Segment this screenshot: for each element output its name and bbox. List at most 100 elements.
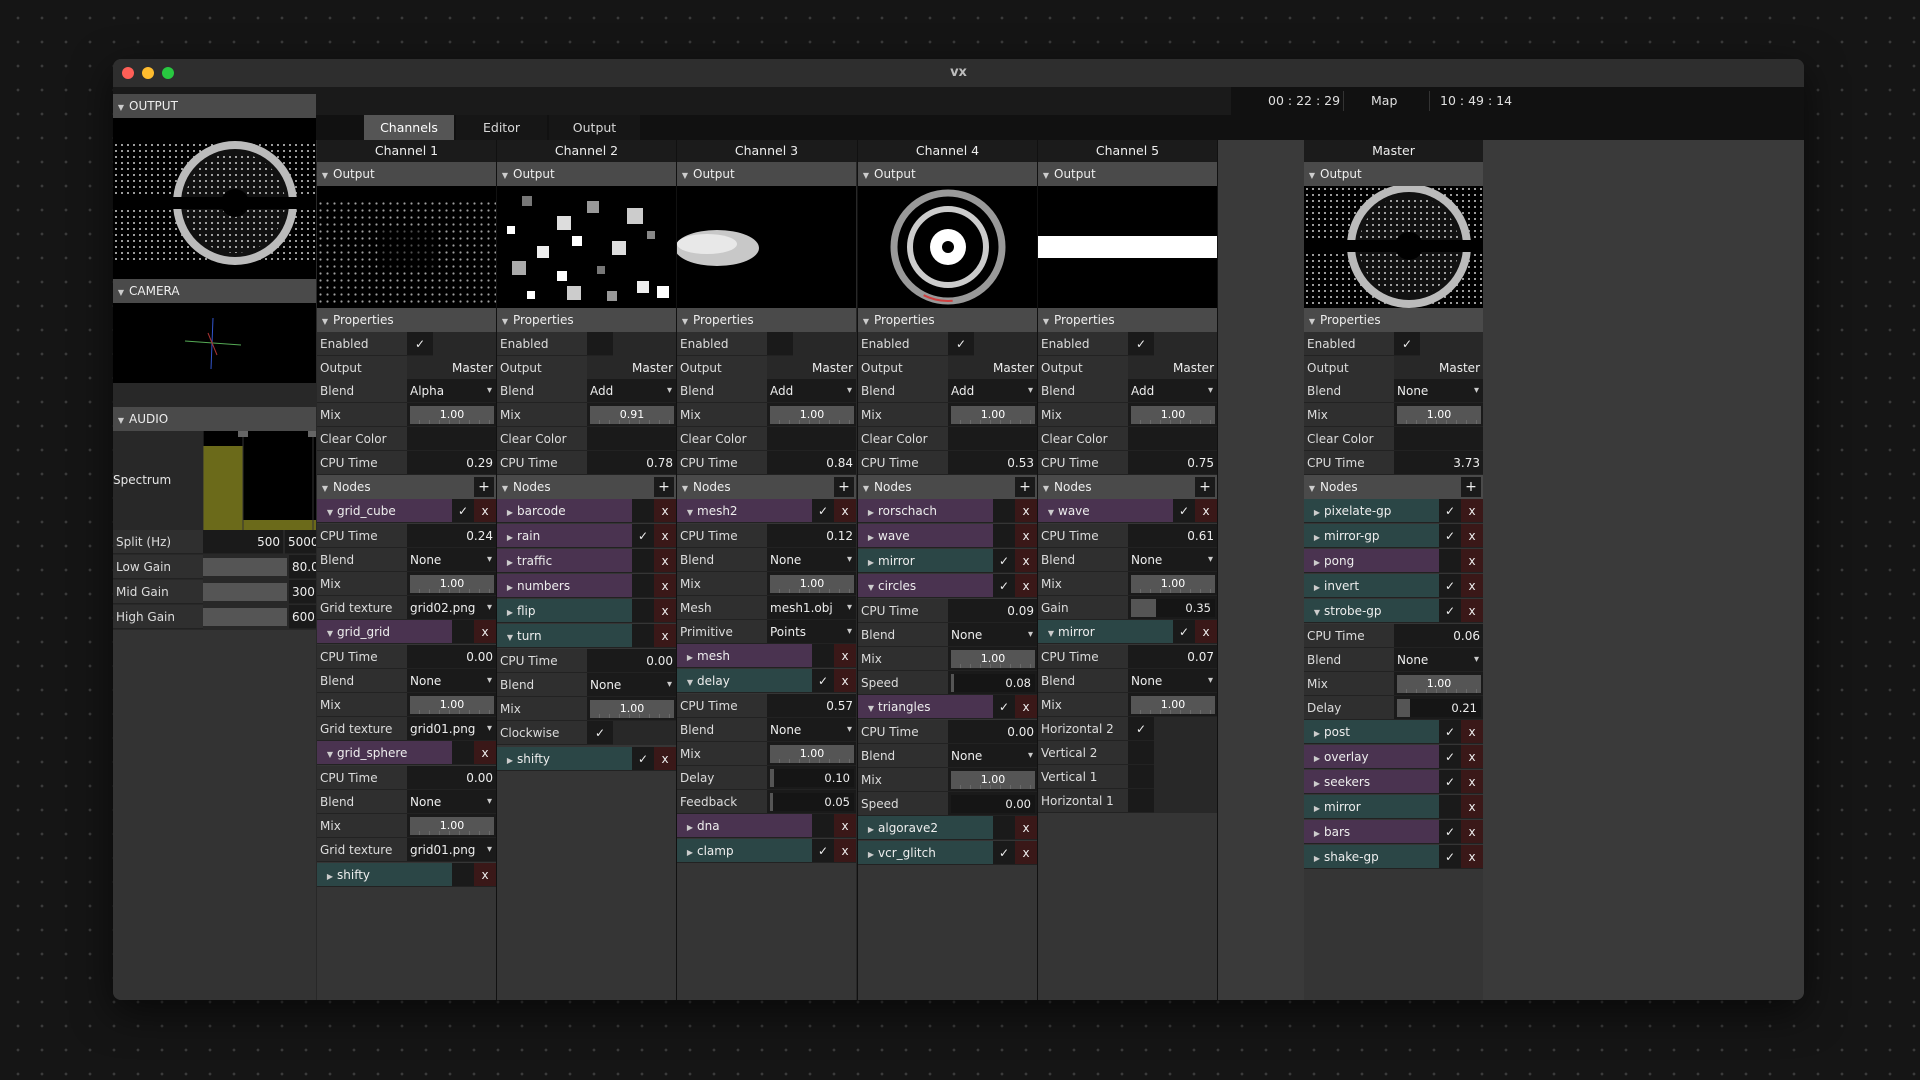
node-rain[interactable]: ▶ rain ✓ x bbox=[497, 524, 676, 548]
node-triangles[interactable]: ▼ triangles ✓ x bbox=[858, 695, 1037, 719]
master-enabled-checkbox[interactable]: ✓ bbox=[1394, 332, 1420, 356]
channel-3-nodes-header[interactable]: ▼ Nodes + bbox=[677, 475, 856, 499]
node-grid-sphere-header[interactable]: ▼ grid_sphere bbox=[317, 741, 452, 764]
node-shifty-remove-button[interactable]: x bbox=[474, 863, 496, 886]
node-clamp-header[interactable]: ▶ clamp bbox=[677, 839, 812, 862]
mirror-blend-value[interactable]: None bbox=[1128, 669, 1217, 693]
node-delay[interactable]: ▼ delay ✓ x bbox=[677, 669, 856, 693]
node-rain-enable-checkbox[interactable]: ✓ bbox=[632, 524, 654, 547]
node-numbers-header[interactable]: ▶ numbers bbox=[497, 574, 632, 597]
node-invert-enable-checkbox[interactable]: ✓ bbox=[1439, 574, 1461, 597]
add-node-button[interactable]: + bbox=[654, 477, 674, 497]
delay-mix-slider[interactable]: 1.00 bbox=[770, 745, 854, 763]
triangles-blend-value[interactable]: None bbox=[948, 744, 1037, 768]
node-clamp-enable-checkbox[interactable]: ✓ bbox=[812, 839, 834, 862]
node-circles-remove-button[interactable]: x bbox=[1015, 574, 1037, 597]
mirror-mix-slider[interactable]: 1.00 bbox=[1131, 696, 1215, 714]
channel-3-properties-header[interactable]: ▼ Properties bbox=[677, 308, 856, 332]
node-mirror-gp-header[interactable]: ▶ mirror-gp bbox=[1304, 524, 1439, 547]
channel-3-enabled-checkbox[interactable] bbox=[767, 332, 793, 356]
delay-delay-slider[interactable]: 0.10 bbox=[770, 769, 854, 787]
output-section-header[interactable]: ▼ OUTPUT bbox=[113, 94, 316, 118]
low-gain-value[interactable]: 80.00 bbox=[289, 555, 316, 579]
node-mirror-gp-remove-button[interactable]: x bbox=[1461, 524, 1483, 547]
node-grid-grid-remove-button[interactable]: x bbox=[474, 620, 496, 643]
audio-section-header[interactable]: ▼ AUDIO bbox=[113, 407, 316, 431]
node-dna-remove-button[interactable]: x bbox=[834, 814, 856, 837]
channel-3-mix-slider[interactable]: 1.00 bbox=[770, 406, 854, 424]
node-bars-master-header[interactable]: ▶ bars bbox=[1304, 820, 1439, 843]
channel-4-blend-value[interactable]: Add bbox=[948, 379, 1037, 403]
node-mirror-5-enable-checkbox[interactable]: ✓ bbox=[1173, 620, 1195, 643]
node-dna[interactable]: ▶ dna x bbox=[677, 814, 856, 838]
strobe-gp-mix-slider[interactable]: 1.00 bbox=[1397, 675, 1481, 693]
node-traffic-enable-checkbox[interactable] bbox=[632, 549, 654, 572]
node-seekers-master-header[interactable]: ▶ seekers bbox=[1304, 770, 1439, 793]
master-nodes-header[interactable]: ▼ Nodes + bbox=[1304, 475, 1483, 499]
node-wave-enable-checkbox[interactable] bbox=[993, 524, 1015, 547]
channel-2-mix-slider[interactable]: 0.91 bbox=[590, 406, 674, 424]
node-mesh2-remove-button[interactable]: x bbox=[834, 499, 856, 522]
grid-cube-mix-slider[interactable]: 1.00 bbox=[410, 575, 494, 593]
node-pong-header[interactable]: ▶ pong bbox=[1304, 549, 1439, 572]
channel-2-properties-header[interactable]: ▼ Properties bbox=[497, 308, 676, 332]
channel-4-output-value[interactable]: Master bbox=[948, 356, 1037, 380]
channel-5-nodes-header[interactable]: ▼ Nodes + bbox=[1038, 475, 1217, 499]
node-numbers-enable-checkbox[interactable] bbox=[632, 574, 654, 597]
node-pixelate-gp-remove-button[interactable]: x bbox=[1461, 499, 1483, 522]
mirror-vertical-2-checkbox[interactable] bbox=[1128, 741, 1154, 765]
channel-1-properties-header[interactable]: ▼ Properties bbox=[317, 308, 496, 332]
node-mesh-remove-button[interactable]: x bbox=[834, 644, 856, 667]
master-blend-value[interactable]: None bbox=[1394, 379, 1483, 403]
node-post-master-header[interactable]: ▶ post bbox=[1304, 720, 1439, 743]
add-node-button[interactable]: + bbox=[1195, 477, 1215, 497]
node-grid-cube[interactable]: ▼ grid_cube ✓ x bbox=[317, 499, 496, 523]
node-flip[interactable]: ▶ flip x bbox=[497, 599, 676, 623]
mid-gain-value[interactable]: 300.00 bbox=[289, 580, 316, 604]
node-traffic-remove-button[interactable]: x bbox=[654, 549, 676, 572]
channel-4-properties-header[interactable]: ▼ Properties bbox=[858, 308, 1037, 332]
delay-blend-value[interactable]: None bbox=[767, 718, 856, 742]
node-invert-remove-button[interactable]: x bbox=[1461, 574, 1483, 597]
node-mesh-enable-checkbox[interactable] bbox=[812, 644, 834, 667]
node-grid-sphere[interactable]: ▼ grid_sphere x bbox=[317, 741, 496, 765]
channel-2-blend-value[interactable]: Add bbox=[587, 379, 676, 403]
node-delay-header[interactable]: ▼ delay bbox=[677, 669, 812, 692]
node-grid-grid[interactable]: ▼ grid_grid x bbox=[317, 620, 496, 644]
wave-gain-slider[interactable]: 0.35 bbox=[1131, 599, 1215, 617]
mesh2-primitive-value[interactable]: Points bbox=[767, 620, 856, 644]
node-algorave2-enable-checkbox[interactable] bbox=[993, 816, 1015, 839]
node-mirror-5-header[interactable]: ▼ mirror bbox=[1038, 620, 1173, 643]
node-flip-enable-checkbox[interactable] bbox=[632, 599, 654, 622]
node-post-master[interactable]: ▶ post ✓ x bbox=[1304, 720, 1483, 744]
add-node-button[interactable]: + bbox=[474, 477, 494, 497]
node-mesh2-enable-checkbox[interactable]: ✓ bbox=[812, 499, 834, 522]
node-vcr-glitch-enable-checkbox[interactable]: ✓ bbox=[993, 841, 1015, 864]
grid-cube-texture-value[interactable]: grid02.png bbox=[407, 596, 496, 620]
node-wave-header[interactable]: ▶ wave bbox=[858, 524, 993, 547]
node-shifty-2-header[interactable]: ▶ shifty bbox=[497, 747, 632, 770]
high-gain-value[interactable]: 600.00 bbox=[289, 605, 316, 629]
node-post-master-enable-checkbox[interactable]: ✓ bbox=[1439, 720, 1461, 743]
grid-grid-texture-value[interactable]: grid01.png bbox=[407, 717, 496, 741]
node-barcode-header[interactable]: ▶ barcode bbox=[497, 499, 632, 522]
node-grid-sphere-enable-checkbox[interactable] bbox=[452, 741, 474, 764]
circles-speed-slider[interactable]: 0.08 bbox=[951, 674, 1035, 692]
node-strobe-gp-header[interactable]: ▼ strobe-gp bbox=[1304, 599, 1439, 622]
grid-cube-blend-value[interactable]: None bbox=[407, 548, 496, 572]
node-mirror-gp-enable-checkbox[interactable]: ✓ bbox=[1439, 524, 1461, 547]
node-algorave2[interactable]: ▶ algorave2 x bbox=[858, 816, 1037, 840]
node-mirror-5[interactable]: ▼ mirror ✓ x bbox=[1038, 620, 1217, 644]
turn-clockwise-checkbox[interactable]: ✓ bbox=[587, 721, 613, 745]
channel-1-mix-slider[interactable]: 1.00 bbox=[410, 406, 494, 424]
node-grid-grid-enable-checkbox[interactable] bbox=[452, 620, 474, 643]
channel-4-enabled-checkbox[interactable]: ✓ bbox=[948, 332, 974, 356]
node-strobe-gp-enable-checkbox[interactable]: ✓ bbox=[1439, 599, 1461, 622]
triangles-speed-slider[interactable]: 0.00 bbox=[951, 795, 1035, 813]
node-shake-gp-master-header[interactable]: ▶ shake-gp bbox=[1304, 845, 1439, 868]
node-grid-cube-enable-checkbox[interactable]: ✓ bbox=[452, 499, 474, 522]
delay-feedback-slider[interactable]: 0.05 bbox=[770, 793, 854, 811]
node-shifty-2-enable-checkbox[interactable]: ✓ bbox=[632, 747, 654, 770]
node-vcr-glitch-header[interactable]: ▶ vcr_glitch bbox=[858, 841, 993, 864]
node-algorave2-remove-button[interactable]: x bbox=[1015, 816, 1037, 839]
